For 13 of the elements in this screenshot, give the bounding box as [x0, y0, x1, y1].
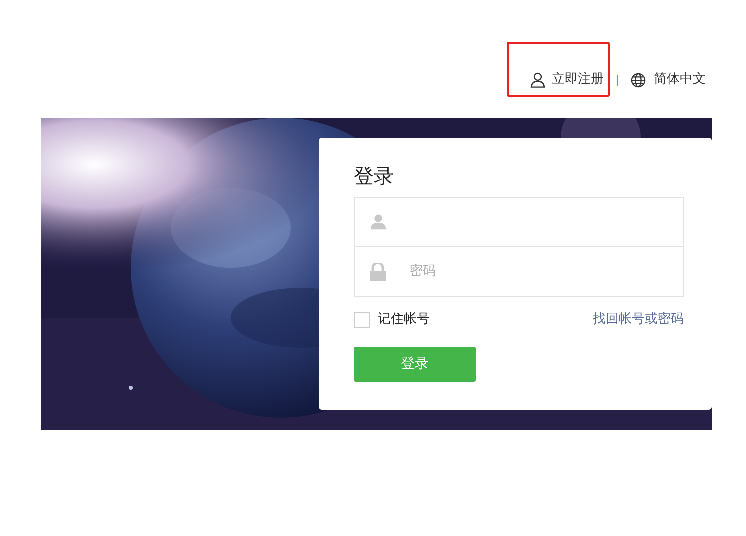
- register-link[interactable]: 立即注册: [530, 70, 604, 90]
- remember-label: 记住帐号: [378, 311, 430, 330]
- user-icon: [370, 213, 387, 231]
- language-link[interactable]: 简体中文: [631, 70, 706, 90]
- username-field[interactable]: [354, 197, 684, 247]
- login-title: 登录: [354, 163, 395, 190]
- password-field[interactable]: 密码: [354, 247, 684, 297]
- lock-icon: [370, 262, 386, 280]
- person-icon: [530, 72, 546, 88]
- globe-icon: [631, 72, 646, 88]
- forgot-link[interactable]: 找回帐号或密码: [593, 310, 684, 330]
- password-input[interactable]: 密码: [410, 247, 683, 296]
- remember-checkbox[interactable]: [354, 312, 370, 328]
